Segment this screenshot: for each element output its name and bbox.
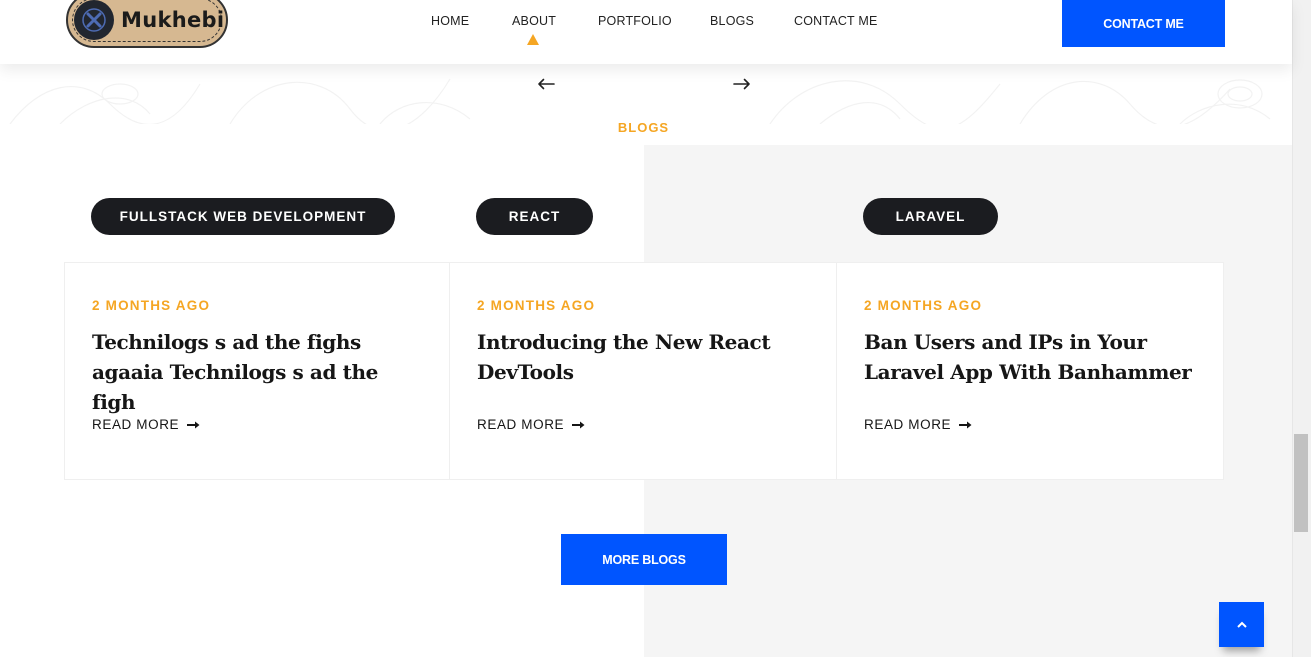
card-title[interactable]: Ban Users and IPs in Your Laravel App Wi… [864, 327, 1194, 387]
brand-logo[interactable]: Mukhebi [66, 0, 228, 48]
long-arrow-right-icon [187, 421, 200, 428]
site-header: Mukhebi HOME ABOUT PORTFOLIO BLOGS CONTA… [0, 0, 1292, 64]
brand-name: Mukhebi [121, 8, 225, 32]
nav-item-home[interactable]: HOME [431, 14, 469, 28]
nav-item-blogs[interactable]: BLOGS [710, 14, 754, 28]
card-title[interactable]: Introducing the New React DevTools [477, 327, 777, 387]
blog-card: 2 MONTHS AGO Ban Users and IPs in Your L… [837, 262, 1224, 480]
card-title[interactable]: Technilogs s ad the fighs agaaia Technil… [92, 327, 422, 417]
category-pill-react[interactable]: REACT [476, 198, 593, 235]
more-blogs-button[interactable]: MORE BLOGS [561, 534, 727, 585]
card-date: 2 MONTHS AGO [864, 298, 983, 313]
tools-badge-icon [74, 0, 114, 40]
read-more-label: READ MORE [864, 417, 952, 432]
blog-card: 2 MONTHS AGO Technilogs s ad the fighs a… [64, 262, 450, 480]
nav-item-about[interactable]: ABOUT [512, 14, 556, 28]
card-date: 2 MONTHS AGO [477, 298, 596, 313]
section-label: BLOGS [617, 120, 670, 135]
contact-me-button[interactable]: CONTACT ME [1062, 0, 1225, 47]
read-more-link[interactable]: READ MORE [477, 417, 585, 432]
chevron-up-icon [1236, 621, 1247, 628]
read-more-link[interactable]: READ MORE [864, 417, 972, 432]
read-more-label: READ MORE [92, 417, 180, 432]
arrow-right-icon [733, 78, 750, 90]
slider-next-button[interactable] [732, 74, 752, 94]
card-date: 2 MONTHS AGO [92, 298, 211, 313]
blog-card: 2 MONTHS AGO Introducing the New React D… [450, 262, 837, 480]
scroll-to-top-button[interactable] [1219, 602, 1264, 647]
topographic-pattern [9, 78, 1271, 124]
long-arrow-right-icon [959, 421, 972, 428]
category-pill-fullstack[interactable]: FULLSTACK WEB DEVELOPMENT [91, 198, 395, 235]
long-arrow-right-icon [572, 421, 585, 428]
read-more-link[interactable]: READ MORE [92, 417, 200, 432]
nav-item-contact[interactable]: CONTACT ME [794, 14, 877, 28]
category-pill-laravel[interactable]: LARAVEL [863, 198, 998, 235]
arrow-left-icon [538, 78, 555, 90]
slider-prev-button[interactable] [536, 74, 556, 94]
blog-cards: 2 MONTHS AGO Technilogs s ad the fighs a… [64, 262, 1224, 480]
scrollbar-thumb[interactable] [1294, 434, 1308, 532]
read-more-label: READ MORE [477, 417, 565, 432]
nav-item-portfolio[interactable]: PORTFOLIO [598, 14, 672, 28]
page-scrollbar[interactable] [1292, 0, 1311, 657]
active-nav-indicator [527, 34, 539, 45]
